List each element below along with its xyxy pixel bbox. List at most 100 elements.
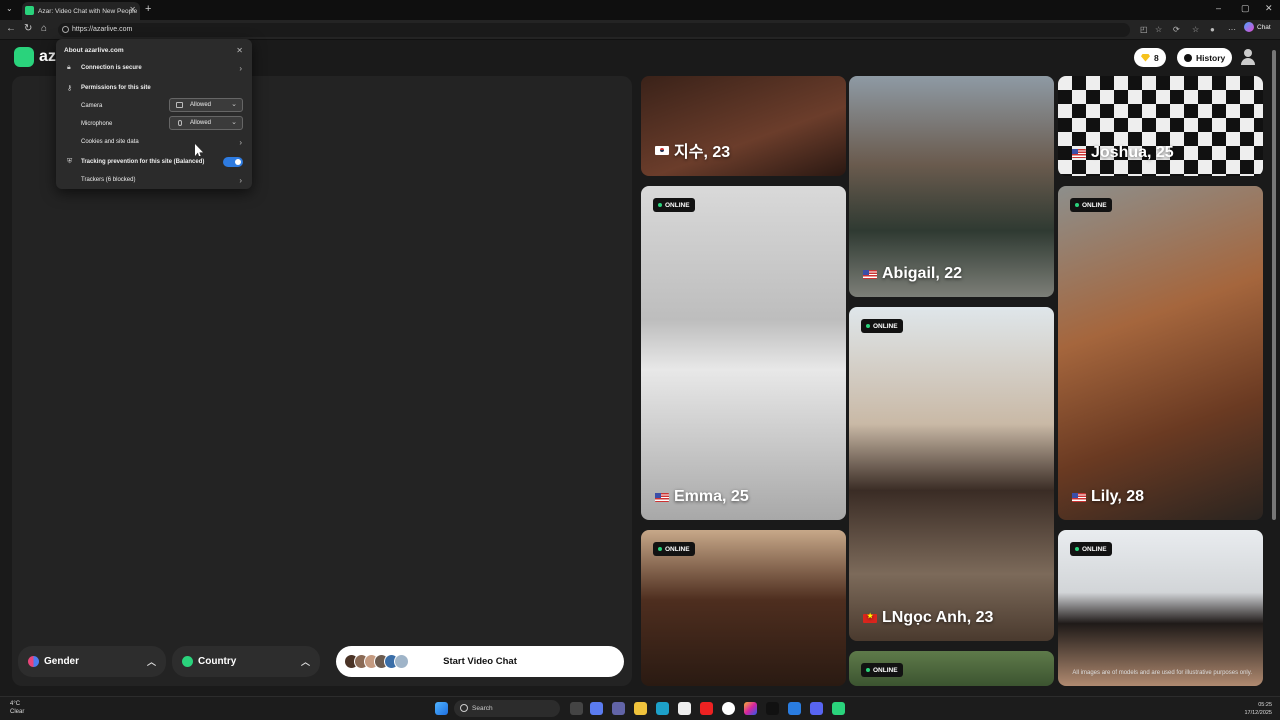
profile-card[interactable]: ONLINE [849, 651, 1054, 686]
profile-name: LNgọc Anh, 23 [863, 609, 993, 627]
profile-name: Joshua, 25 [1072, 144, 1174, 162]
flag-us-icon [863, 269, 877, 279]
url-text: https://azarlive.com [72, 26, 133, 33]
close-window-icon[interactable]: ✕ [1265, 3, 1273, 14]
country-label: Country [198, 656, 237, 667]
flag-us-icon [1072, 148, 1086, 158]
gem-icon [1141, 53, 1150, 62]
microphone-permission-select[interactable]: Allowed ⌄ [169, 116, 243, 130]
profile-name: Abigail, 22 [863, 265, 962, 283]
copilot-label: Chat [1257, 23, 1271, 31]
gender-filter-button[interactable]: Gender ︿ [18, 646, 166, 677]
minimize-icon[interactable]: – [1216, 3, 1221, 13]
start-video-chat-button[interactable]: Start Video Chat [336, 646, 624, 677]
clock-icon [1184, 53, 1192, 62]
flag-vn-icon [863, 612, 877, 623]
profile-card[interactable]: ONLINE LNgọc Anh, 23 [849, 307, 1054, 641]
start-menu-icon[interactable] [435, 702, 448, 715]
scrollbar[interactable] [1272, 50, 1276, 520]
key-icon: ⚷ [67, 85, 73, 92]
weather-desc: Clear [10, 709, 25, 715]
gems-button[interactable]: 8 [1134, 48, 1166, 67]
profile-card[interactable]: ONLINE [641, 530, 846, 686]
instagram-icon[interactable] [744, 702, 757, 715]
profile-card[interactable]: 지수, 23 [641, 76, 846, 176]
cookies-row[interactable]: Cookies and site data › [56, 135, 252, 149]
azar-favicon-icon [25, 6, 34, 15]
refresh-icon[interactable]: ↻ [24, 23, 32, 34]
app-available-icon[interactable]: ◰ [1140, 25, 1148, 34]
history-button[interactable]: History [1177, 48, 1233, 67]
browser-tab[interactable]: Azar: Video Chat with New People ✕ [22, 2, 140, 20]
online-badge: ONLINE [1070, 198, 1112, 212]
taskbar-search[interactable]: Search [454, 700, 560, 717]
copilot-button[interactable]: Chat [1244, 22, 1271, 32]
connection-label: Connection is secure [81, 65, 142, 71]
copilot-icon [1244, 22, 1254, 32]
teams-icon[interactable] [612, 702, 625, 715]
chevron-right-icon: › [239, 175, 242, 185]
trackers-label: Trackers (6 blocked) [81, 177, 136, 183]
maximize-icon[interactable]: ▢ [1241, 3, 1250, 14]
profile-card[interactable]: ONLINE [1058, 530, 1263, 686]
profile-card[interactable]: Joshua, 25 [1058, 76, 1263, 176]
flag-kr-icon [655, 145, 669, 155]
close-popup-icon[interactable]: ✕ [236, 46, 243, 55]
flag-us-icon [655, 492, 669, 502]
file-explorer-icon[interactable] [634, 702, 647, 715]
disclaimer-text: All images are of models and are used fo… [1072, 670, 1252, 676]
permissions-title: Permissions for this site [81, 85, 151, 91]
extensions-icon[interactable]: ⟳ [1173, 25, 1180, 34]
youtube-icon[interactable] [700, 702, 713, 715]
camera-permission-select[interactable]: Allowed ⌄ [169, 98, 243, 112]
url-field[interactable]: https://azarlive.com [58, 23, 1130, 37]
favorite-star-icon[interactable]: ☆ [1155, 25, 1162, 34]
edge-icon[interactable] [656, 702, 669, 715]
copilot-app-icon[interactable] [590, 702, 603, 715]
history-label: History [1196, 52, 1226, 63]
site-info-icon[interactable] [62, 26, 69, 33]
task-view-icon[interactable] [570, 702, 583, 715]
user-avatar-icon[interactable] [1240, 49, 1256, 65]
chrome-icon[interactable] [722, 702, 735, 715]
back-icon[interactable]: ← [6, 23, 16, 34]
start-label: Start Video Chat [443, 656, 517, 667]
connection-row[interactable]: 🔒︎ Connection is secure › [56, 61, 252, 75]
tab-actions-icon[interactable]: ⌄ [6, 4, 13, 13]
online-badge: ONLINE [861, 319, 903, 333]
profile-card[interactable]: ONLINE Emma, 25 [641, 186, 846, 520]
profile-icon[interactable]: ● [1210, 25, 1215, 34]
chevron-up-icon: ︿ [300, 657, 310, 667]
online-badge: ONLINE [653, 198, 695, 212]
home-icon[interactable]: ⌂ [41, 23, 47, 34]
country-filter-button[interactable]: Country ︿ [172, 646, 320, 677]
azar-app-icon[interactable] [832, 702, 845, 715]
tracking-icon: ⛨ [67, 158, 73, 165]
chevron-right-icon: › [239, 63, 242, 73]
date: 17/12/2025 [1244, 710, 1272, 716]
tracking-toggle[interactable] [223, 157, 243, 167]
tiktok-icon[interactable] [766, 702, 779, 715]
discord-icon[interactable] [810, 702, 823, 715]
weather-widget[interactable]: 4°C Clear [10, 700, 24, 716]
gender-label: Gender [44, 656, 80, 667]
avatar-stack [344, 654, 409, 669]
online-badge: ONLINE [1070, 542, 1112, 556]
close-tab-icon[interactable]: ✕ [129, 5, 136, 14]
profile-card[interactable]: ONLINE Lily, 28 [1058, 186, 1263, 520]
profile-name: Lily, 28 [1072, 488, 1144, 506]
store-icon[interactable] [678, 702, 691, 715]
favorites-icon[interactable]: ☆ [1192, 25, 1199, 34]
more-icon[interactable]: ⋯ [1228, 25, 1236, 34]
azar-logo-icon[interactable] [14, 47, 34, 67]
popup-title: About azarlive.com [64, 46, 124, 54]
chevron-down-icon: ⌄ [231, 119, 237, 126]
todo-icon[interactable] [788, 702, 801, 715]
new-tab-icon[interactable]: + [145, 3, 151, 15]
flag-us-icon [1072, 492, 1086, 502]
trackers-row[interactable]: Trackers (6 blocked) › [56, 173, 252, 187]
tab-title: Azar: Video Chat with New People [38, 7, 138, 15]
logo-text[interactable]: az [39, 48, 56, 66]
system-clock[interactable]: 05:25 17/12/2025 [1244, 701, 1272, 717]
profile-card[interactable]: Abigail, 22 [849, 76, 1054, 297]
